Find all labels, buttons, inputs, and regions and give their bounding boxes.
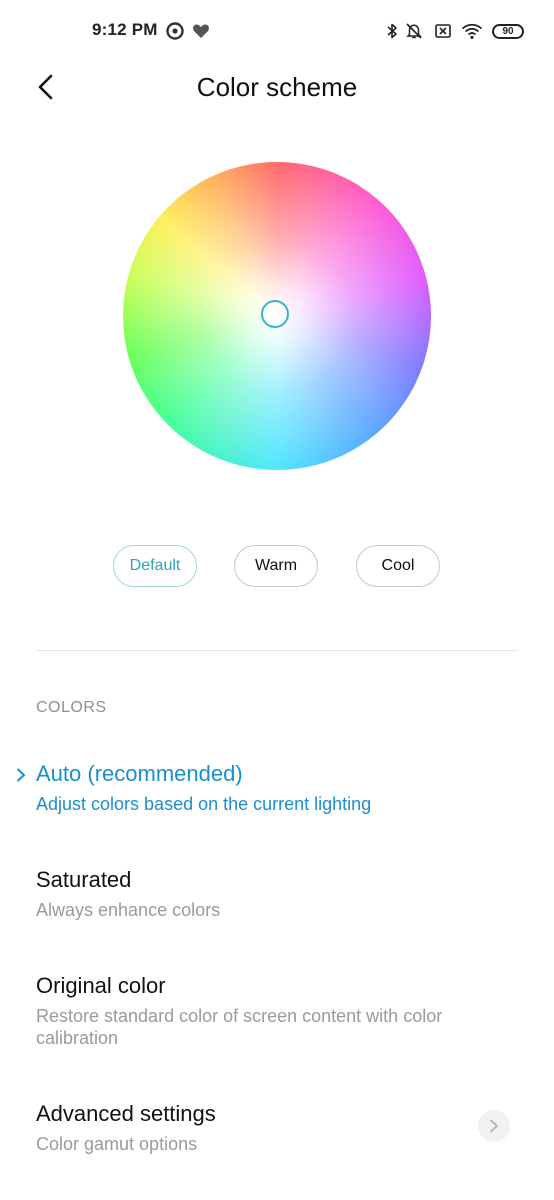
option-title: Auto (recommended) xyxy=(36,761,243,786)
divider xyxy=(36,650,518,651)
option-title: Advanced settings xyxy=(36,1101,216,1126)
page-title: Color scheme xyxy=(196,72,358,102)
heart-icon xyxy=(192,22,210,40)
status-bar: 9:12 PM 90 xyxy=(0,0,554,64)
advanced-settings-arrow[interactable] xyxy=(478,1110,510,1142)
wifi-icon xyxy=(461,22,483,40)
sim-off-icon xyxy=(434,22,452,40)
option-title: Saturated xyxy=(36,867,132,892)
preset-default-button[interactable]: Default xyxy=(113,545,197,587)
option-original-color[interactable]: Original color Restore standard color of… xyxy=(0,967,554,1057)
option-saturated[interactable]: Saturated Always enhance colors xyxy=(0,861,554,931)
option-auto[interactable]: Auto (recommended) Adjust colors based o… xyxy=(0,755,554,825)
section-header-colors: COLORS xyxy=(36,699,107,716)
play-circle-icon xyxy=(166,22,184,40)
color-wheel-selector[interactable] xyxy=(261,300,289,328)
option-subtitle: Restore standard color of screen content… xyxy=(36,1006,443,1048)
option-subtitle: Color gamut options xyxy=(36,1134,198,1154)
preset-cool-button[interactable]: Cool xyxy=(356,545,440,587)
status-time: 9:12 PM xyxy=(92,20,158,39)
option-advanced-settings[interactable]: Advanced settings Color gamut options xyxy=(0,1095,554,1165)
option-subtitle: Always enhance colors xyxy=(36,900,221,920)
bluetooth-icon xyxy=(383,22,401,40)
option-subtitle: Adjust colors based on the current light… xyxy=(36,794,372,814)
chevron-right-icon xyxy=(490,1119,498,1133)
battery-icon: 90 xyxy=(492,24,524,39)
mute-bell-icon xyxy=(405,22,423,40)
preset-warm-button[interactable]: Warm xyxy=(234,545,318,587)
option-title: Original color xyxy=(36,973,166,998)
